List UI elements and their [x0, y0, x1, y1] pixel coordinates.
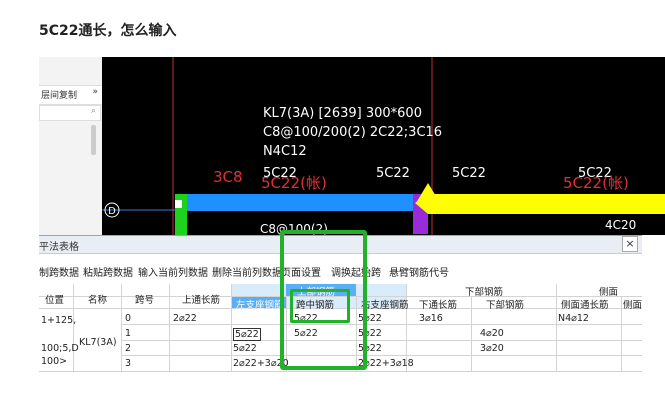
beam-yellow-span — [415, 194, 665, 214]
highlight-box-small — [290, 289, 350, 323]
rebar-red-label-left: 5C22(帐) — [261, 174, 327, 192]
more-arrow-icon[interactable]: » — [92, 87, 98, 97]
header-side-through[interactable]: 侧面通长筋 — [561, 297, 609, 311]
copy-span-data-button[interactable]: 制跨数据 — [39, 264, 79, 279]
rebar-label-c: 5C22 — [452, 166, 486, 181]
table-window-title: 平法表格 — [39, 242, 79, 253]
paste-span-data-button[interactable]: 粘贴跨数据 — [83, 264, 133, 279]
question-title: 5C22通长，怎么输入 — [39, 23, 177, 39]
header-right-seat[interactable]: 右支座钢筋 — [361, 297, 409, 311]
search-input[interactable]: ⌕ — [39, 105, 101, 121]
header-side-extra[interactable]: 侧面 — [623, 297, 642, 311]
header-top-through: 上通长筋 — [182, 295, 221, 306]
copy-between-floors-label[interactable]: 层间复制 — [41, 88, 77, 101]
header-name: 名称 — [88, 295, 108, 306]
header-left-seat[interactable]: 左支座钢筋 — [236, 297, 284, 311]
axis-label: D — [108, 206, 116, 217]
panel-scrollbar[interactable] — [91, 125, 96, 155]
cad-drawing: D KL7(3A) [2639] 300*600 C8@100/200(2) 2… — [102, 57, 665, 235]
position-line-3: 100> — [41, 356, 68, 367]
close-icon[interactable]: × — [622, 236, 638, 252]
left-seat-cell[interactable]: 5⌀22 — [233, 343, 257, 354]
bottom-rebar-label: 4C20 — [605, 218, 636, 232]
position-line-1: 1+125, — [41, 315, 77, 326]
header-position: 位置 — [45, 295, 65, 306]
span-cell[interactable]: 0 — [125, 313, 131, 324]
top-through-cell[interactable]: 2⌀22 — [173, 313, 197, 324]
span-cell[interactable]: 1 — [125, 328, 131, 339]
column-marker — [175, 200, 182, 208]
cad-viewport[interactable]: D KL7(3A) [2639] 300*600 C8@100/200(2) 2… — [102, 57, 665, 235]
rebar-red-label-right: 5C22(帐) — [563, 174, 629, 192]
header-span: 跨号 — [135, 295, 155, 306]
header-lower-group: 下部钢筋 — [465, 287, 504, 298]
left-side-panel: 层间复制 » ⌕ — [39, 57, 103, 235]
input-column-data-button[interactable]: 输入当前列数据 — [138, 264, 208, 279]
beam-blue-span — [175, 194, 413, 211]
beam-spec-line-1: KL7(3A) [2639] 300*600 — [263, 106, 422, 121]
screenshot-root: 5C22通长，怎么输入 层间复制 » ⌕ D KL7(3A) [2639] 30… — [0, 0, 665, 419]
copy-between-floors-row[interactable]: 层间复制 » — [39, 85, 102, 105]
lower-rebar-cell[interactable]: 3⌀20 — [480, 343, 504, 354]
header-lower-rebar[interactable]: 下部钢筋 — [486, 297, 524, 311]
position-line-2: 100;5,D — [41, 343, 79, 354]
lower-rebar-cell[interactable]: 4⌀20 — [480, 328, 504, 339]
beam-spec-line-2: C8@100/200(2) 2C22;3C16 — [263, 125, 442, 140]
header-lower-through[interactable]: 下通长筋 — [419, 297, 457, 311]
span-cell[interactable]: 2 — [125, 343, 131, 354]
delete-column-data-button[interactable]: 删除当前列数据 — [212, 264, 282, 279]
cantilever-code-button[interactable]: 悬臂钢筋代号 — [389, 264, 449, 279]
beam-name-cell[interactable]: KL7(3A) — [79, 337, 117, 348]
rebar-label-b: 5C22 — [376, 166, 410, 181]
search-icon[interactable]: ⌕ — [91, 106, 96, 116]
stirrup-red-label: 3C8 — [213, 168, 243, 186]
left-seat-cell-active[interactable]: 5⌀22 — [233, 328, 261, 341]
span-cell[interactable]: 3 — [125, 358, 131, 369]
beam-spec-line-3: N4C12 — [263, 144, 307, 159]
side-through-cell[interactable]: N4⌀12 — [558, 313, 589, 324]
header-side-group: 侧面 — [599, 287, 619, 298]
lower-through-cell[interactable]: 3⌀16 — [419, 313, 443, 324]
selection-arrow — [416, 183, 440, 203]
